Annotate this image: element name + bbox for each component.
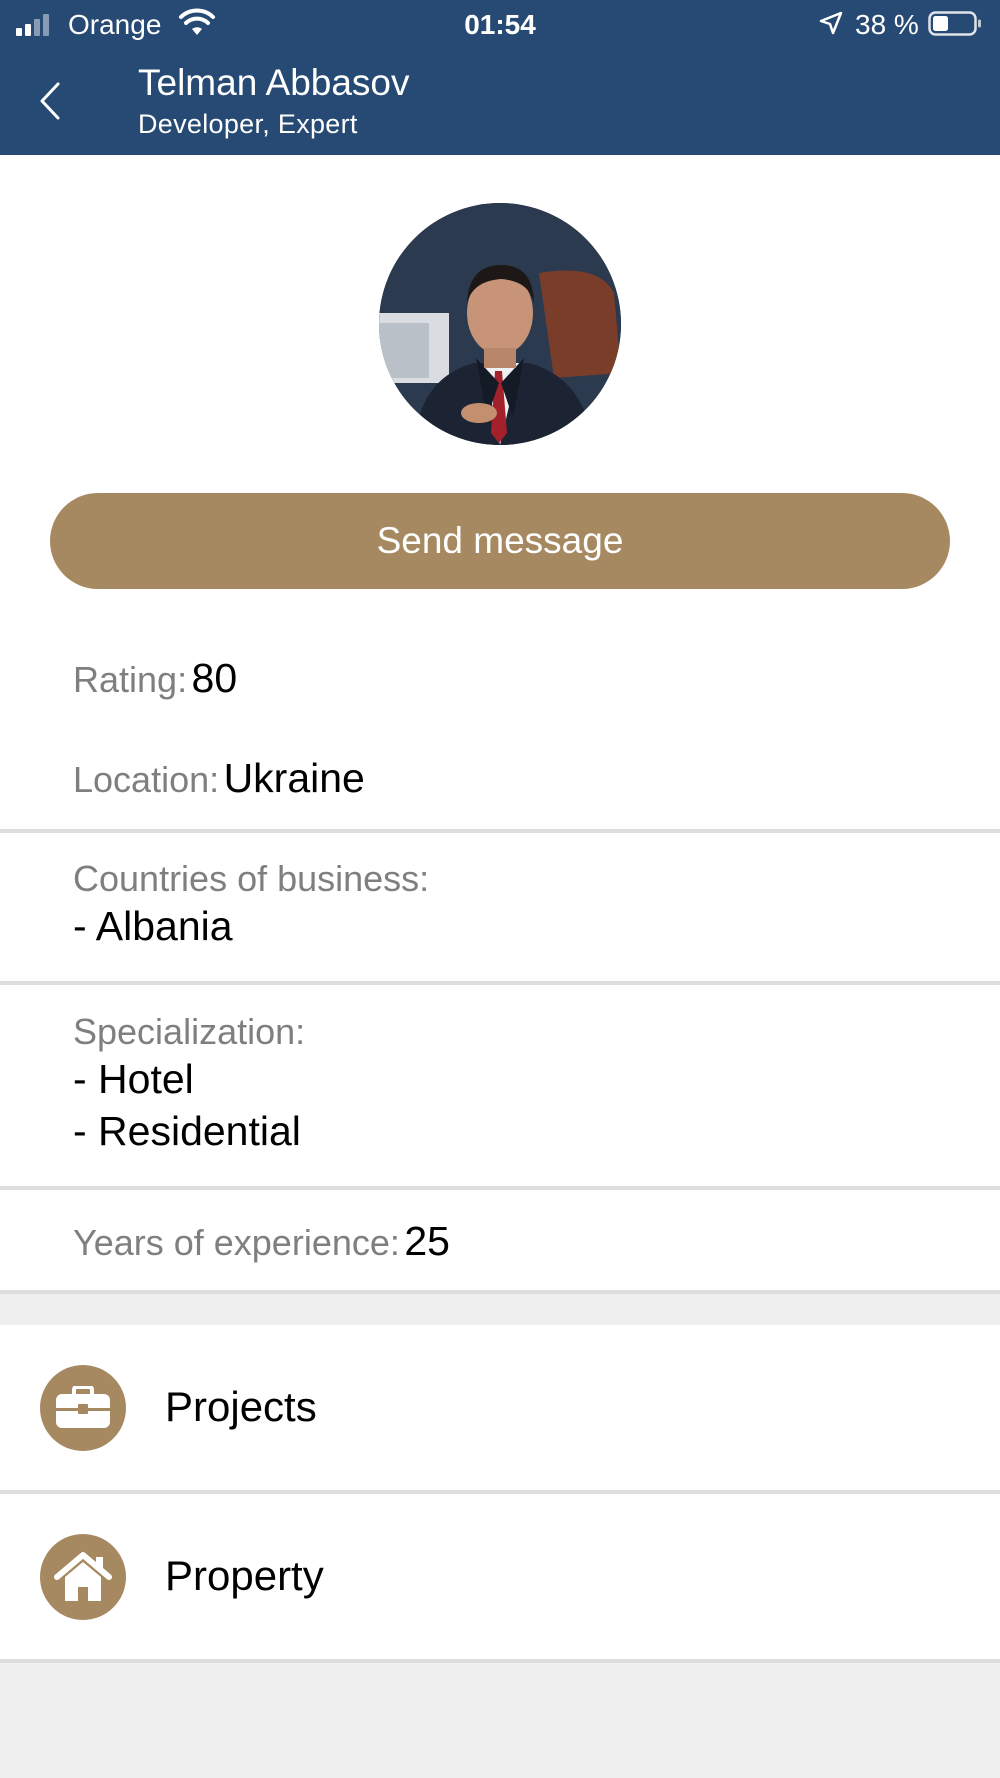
menu-item-property[interactable]: Property <box>0 1494 1000 1659</box>
location-value: Ukraine <box>223 755 365 801</box>
menu-item-label: Property <box>165 1552 324 1599</box>
specialization-section: Specialization: - Hotel - Residential <box>73 1011 305 1157</box>
countries-label: Countries of business: <box>73 858 430 899</box>
location-arrow-icon <box>819 11 843 35</box>
rating-value: 80 <box>191 655 238 701</box>
battery-percentage: 38 % <box>855 9 919 40</box>
briefcase-icon <box>40 1365 126 1451</box>
menu-item-projects[interactable]: Projects <box>0 1325 1000 1490</box>
home-icon <box>40 1534 126 1620</box>
specialization-item: - Hotel <box>73 1056 194 1102</box>
specialization-label: Specialization: <box>73 1011 306 1052</box>
location-row: Location: Ukraine <box>73 755 365 802</box>
country-item: - Albania <box>73 903 233 949</box>
avatar <box>379 203 621 445</box>
page-title: Telman Abbasov <box>138 62 410 103</box>
divider <box>0 1290 1000 1294</box>
app-header: Orange 01:54 38 % Telman Abbasov Develop… <box>0 0 1000 155</box>
profile-card: Send message Rating: 80 Location: Ukrain… <box>0 155 1000 1293</box>
avatar-photo <box>379 203 621 445</box>
experience-row: Years of experience: 25 <box>73 1218 450 1265</box>
divider <box>0 829 1000 833</box>
page-subtitle: Developer, Expert <box>138 109 358 139</box>
send-message-button[interactable]: Send message <box>50 493 950 589</box>
status-time: 01:54 <box>464 9 536 40</box>
back-button[interactable] <box>30 78 70 124</box>
experience-label: Years of experience: <box>73 1222 400 1263</box>
divider <box>0 1659 1000 1663</box>
rating-row: Rating: 80 <box>73 655 237 702</box>
menu-item-label: Projects <box>165 1383 317 1430</box>
status-bar: Orange 01:54 38 % <box>0 0 1000 50</box>
countries-section: Countries of business: - Albania <box>73 858 429 952</box>
battery-icon <box>928 11 981 36</box>
divider <box>0 981 1000 985</box>
location-label: Location: <box>73 759 220 800</box>
specialization-item: - Residential <box>73 1108 301 1154</box>
rating-label: Rating: <box>73 659 188 700</box>
experience-value: 25 <box>404 1218 450 1264</box>
divider <box>0 1186 1000 1190</box>
